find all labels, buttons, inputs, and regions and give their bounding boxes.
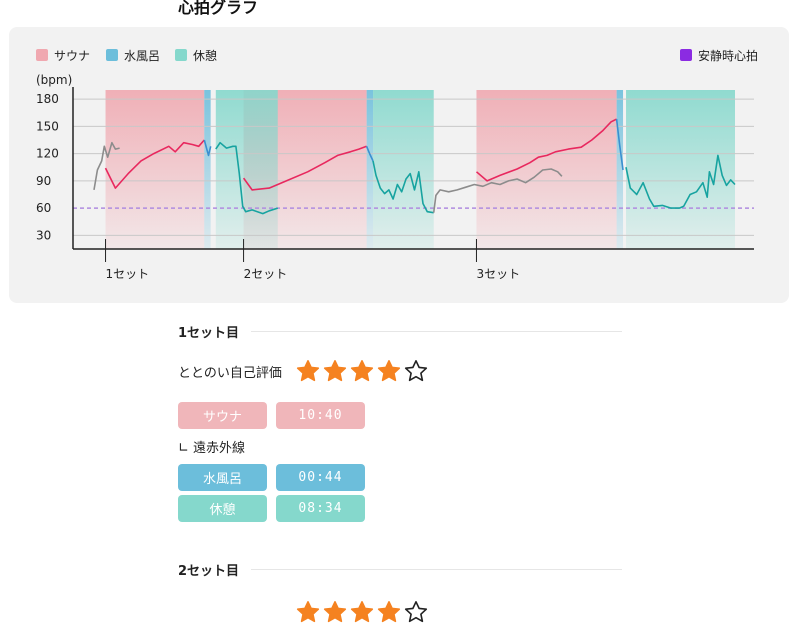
set-1-water-badge: 水風呂 <box>178 464 267 491</box>
y-axis-unit: (bpm) <box>36 73 72 87</box>
star-filled-icon[interactable] <box>350 359 374 383</box>
set-1-divider <box>251 330 622 332</box>
star-filled-icon[interactable] <box>377 359 401 383</box>
y-tick-label: 30 <box>36 228 51 242</box>
set-1-sauna-type: ∟ 遠赤外線 <box>178 441 246 456</box>
star-filled-icon[interactable] <box>296 359 320 383</box>
star-filled-icon[interactable] <box>323 600 347 624</box>
set-2-title: 2セット目 <box>178 563 240 579</box>
heart-rate-chart: 30 60 90 120 150 180 1セット 2セット 3セット サウナ 水風呂 休憩 安… <box>9 27 789 303</box>
set-1-rest-time: 08:34 <box>276 495 365 522</box>
y-tick-label: 120 <box>36 147 59 161</box>
rest-band <box>626 90 735 249</box>
set-2-divider <box>251 568 622 570</box>
rest-band <box>373 90 434 249</box>
set-2-section: 2セット目 <box>178 560 622 624</box>
y-tick-label: 60 <box>36 201 51 215</box>
legend-water-swatch <box>106 49 118 61</box>
legend-sauna-swatch <box>36 49 48 61</box>
set-1-water-row: 水風呂 00:44 <box>178 464 622 491</box>
set-1-sauna-badge: サウナ <box>178 402 267 429</box>
set-1-rating-stars[interactable] <box>296 359 428 383</box>
legend-water-label: 水風呂 <box>124 49 160 63</box>
rest-band <box>215 90 278 249</box>
heart-rate-chart-svg: 30 60 90 120 150 180 1セット 2セット 3セット サウナ 水風呂 休憩 安… <box>36 48 758 281</box>
star-empty-icon[interactable] <box>404 359 428 383</box>
set-2-rating-row <box>178 600 622 624</box>
water-band <box>616 90 624 249</box>
page-title: 心拍グラフ <box>178 0 259 17</box>
y-tick-label: 180 <box>36 92 59 106</box>
set-1-rest-row: 休憩 08:34 <box>178 495 622 522</box>
legend-resting-hr-swatch <box>680 49 692 61</box>
legend-sauna-label: サウナ <box>54 49 90 63</box>
star-filled-icon[interactable] <box>296 600 320 624</box>
star-filled-icon[interactable] <box>350 600 374 624</box>
set-1-water-time: 00:44 <box>276 464 365 491</box>
legend-rest-swatch <box>175 49 187 61</box>
set-marker-label: 3セット <box>476 267 520 281</box>
sauna-band <box>105 90 205 249</box>
set-1-rating-row: ととのい自己評価 <box>178 359 622 383</box>
set-marker-label: 2セット <box>244 267 288 281</box>
set-1-rating-label: ととのい自己評価 <box>178 365 282 381</box>
star-filled-icon[interactable] <box>323 359 347 383</box>
water-band <box>366 90 374 249</box>
set-marker-label: 1セット <box>106 267 150 281</box>
set-1-header: 1セット目 <box>178 322 622 341</box>
legend-rest-label: 休憩 <box>193 48 217 63</box>
set-2-rating-stars[interactable] <box>296 600 428 624</box>
set-1-title: 1セット目 <box>178 325 240 341</box>
star-empty-icon[interactable] <box>404 600 428 624</box>
water-band <box>204 90 211 249</box>
set-1-sauna-time: 10:40 <box>276 402 365 429</box>
y-tick-label: 150 <box>36 119 59 133</box>
y-tick-label: 90 <box>36 174 51 188</box>
set-1-rest-badge: 休憩 <box>178 495 267 522</box>
set-1-sauna-row: サウナ 10:40 <box>178 402 622 429</box>
legend-resting-hr-label: 安静時心拍 <box>698 48 758 63</box>
set-2-header: 2セット目 <box>178 560 622 579</box>
set-1-section: 1セット目 ととのい自己評価 サウナ 10:40 ∟ 遠赤外線 水風呂 00:4… <box>178 322 622 522</box>
star-filled-icon[interactable] <box>377 600 401 624</box>
